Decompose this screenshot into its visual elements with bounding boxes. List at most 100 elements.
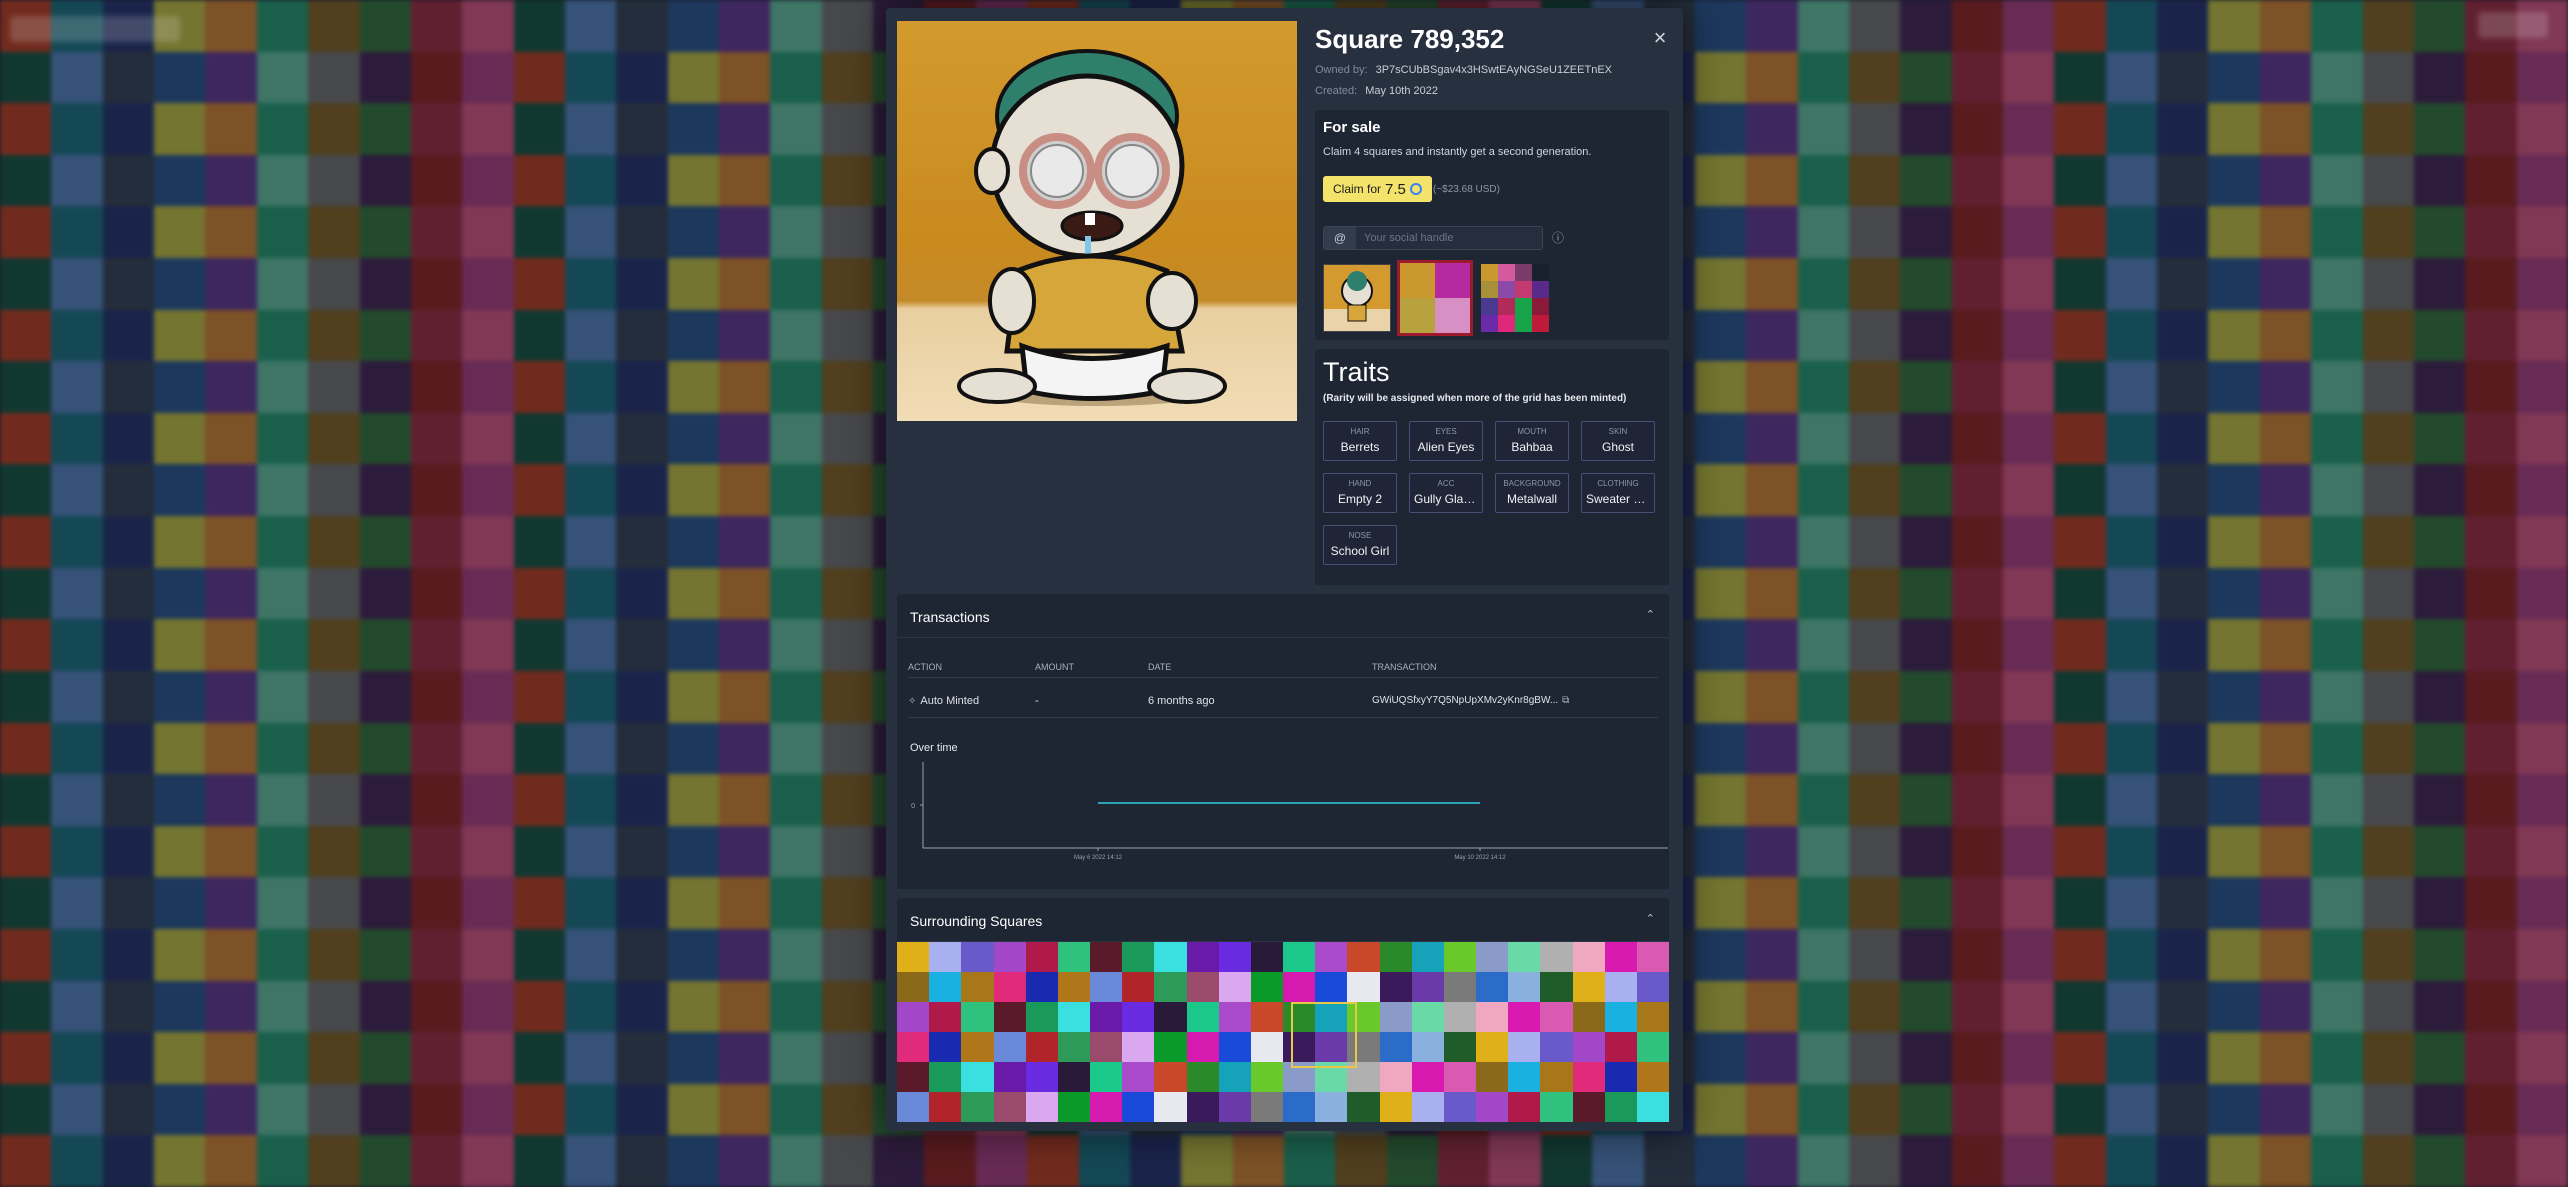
surrounding-square[interactable] — [1218, 1002, 1251, 1032]
trait-card-nose[interactable]: NOSE School Girl — [1323, 525, 1397, 565]
trait-card-acc[interactable]: ACC Gully Glas... — [1409, 473, 1483, 513]
surrounding-square[interactable] — [929, 1092, 962, 1122]
surrounding-squares-grid[interactable] — [897, 942, 1669, 1122]
surrounding-square[interactable] — [1379, 1062, 1412, 1092]
surrounding-square[interactable] — [1315, 1092, 1348, 1122]
surrounding-square[interactable] — [1604, 1002, 1637, 1032]
table-cell-transaction[interactable]: GWiUQSfxyY7Q5NpUpXMv2yKnr8gBW... ⧉ — [1372, 695, 1569, 706]
trait-card-eyes[interactable]: EYES Alien Eyes — [1409, 421, 1483, 461]
surrounding-square[interactable] — [1186, 1032, 1219, 1062]
surrounding-square[interactable] — [961, 1002, 994, 1032]
surrounding-square[interactable] — [1122, 1062, 1155, 1092]
surrounding-square[interactable] — [1476, 942, 1509, 972]
surrounding-square[interactable] — [1057, 942, 1090, 972]
surrounding-square[interactable] — [961, 942, 994, 972]
surrounding-square[interactable] — [1250, 972, 1283, 1002]
surrounding-square[interactable] — [1476, 972, 1509, 1002]
surrounding-square[interactable] — [1540, 1062, 1573, 1092]
surrounding-square[interactable] — [1347, 972, 1380, 1002]
surrounding-square[interactable] — [929, 1002, 962, 1032]
surrounding-square[interactable] — [1090, 1092, 1123, 1122]
surrounding-square[interactable] — [993, 1002, 1026, 1032]
surrounding-square[interactable] — [1508, 942, 1541, 972]
surrounding-square[interactable] — [993, 942, 1026, 972]
surrounding-square[interactable] — [1090, 972, 1123, 1002]
surrounding-square[interactable] — [1154, 1032, 1187, 1062]
transactions-header[interactable]: Transactions ⌃ — [897, 594, 1669, 638]
trait-card-mouth[interactable]: MOUTH Bahbaa — [1495, 421, 1569, 461]
surrounding-square[interactable] — [1572, 1002, 1605, 1032]
surrounding-square[interactable] — [1443, 1002, 1476, 1032]
surrounding-square[interactable] — [1411, 1092, 1444, 1122]
surrounding-square[interactable] — [993, 1092, 1026, 1122]
surrounding-square[interactable] — [1540, 1032, 1573, 1062]
surrounding-square[interactable] — [1186, 1062, 1219, 1092]
surrounding-square[interactable] — [1057, 1062, 1090, 1092]
surrounding-square[interactable] — [1057, 1032, 1090, 1062]
surrounding-square[interactable] — [929, 1062, 962, 1092]
surrounding-square[interactable] — [1315, 942, 1348, 972]
surrounding-square[interactable] — [1476, 1092, 1509, 1122]
surrounding-square[interactable] — [1025, 1032, 1058, 1062]
surrounding-square[interactable] — [1379, 1002, 1412, 1032]
generation-1-thumbnail[interactable] — [1323, 264, 1391, 332]
surrounding-square[interactable] — [1540, 1092, 1573, 1122]
surrounding-square[interactable] — [1411, 972, 1444, 1002]
surrounding-square[interactable] — [1154, 942, 1187, 972]
surrounding-square[interactable] — [1443, 972, 1476, 1002]
surrounding-square[interactable] — [993, 972, 1026, 1002]
surrounding-square[interactable] — [1636, 972, 1669, 1002]
surrounding-square[interactable] — [897, 942, 930, 972]
trait-card-hand[interactable]: HAND Empty 2 — [1323, 473, 1397, 513]
surrounding-square[interactable] — [1057, 972, 1090, 1002]
surrounding-square[interactable] — [1476, 1032, 1509, 1062]
owner-address[interactable]: 3P7sCUbBSgav4x3HSwtEAyNGSeU1ZEETnEX — [1376, 64, 1612, 76]
surrounding-square[interactable] — [897, 1002, 930, 1032]
surrounding-square[interactable] — [1476, 1002, 1509, 1032]
surrounding-square[interactable] — [1283, 972, 1316, 1002]
chevron-up-icon[interactable]: ⌃ — [1646, 912, 1655, 925]
surrounding-square[interactable] — [1090, 1032, 1123, 1062]
close-icon[interactable]: × — [1648, 26, 1672, 50]
surrounding-square[interactable] — [1508, 1092, 1541, 1122]
trait-card-hair[interactable]: HAIR Berrets — [1323, 421, 1397, 461]
surrounding-square[interactable] — [1090, 1062, 1123, 1092]
surrounding-square[interactable] — [1283, 1092, 1316, 1122]
surrounding-square[interactable] — [961, 1032, 994, 1062]
surrounding-square[interactable] — [1250, 1032, 1283, 1062]
surrounding-square[interactable] — [961, 1092, 994, 1122]
surrounding-square[interactable] — [1604, 972, 1637, 1002]
external-link-icon[interactable]: ⧉ — [1562, 695, 1569, 706]
surrounding-header[interactable]: Surrounding Squares ⌃ — [897, 898, 1669, 942]
info-icon[interactable]: ⓘ — [1551, 231, 1565, 245]
surrounding-square[interactable] — [1347, 1092, 1380, 1122]
surrounding-square[interactable] — [1411, 942, 1444, 972]
surrounding-square[interactable] — [1122, 1032, 1155, 1062]
claim-button[interactable]: Claim for 7.5 — [1323, 176, 1432, 202]
surrounding-square[interactable] — [929, 1032, 962, 1062]
surrounding-square[interactable] — [1508, 1062, 1541, 1092]
surrounding-square[interactable] — [1090, 1002, 1123, 1032]
surrounding-square[interactable] — [1476, 1062, 1509, 1092]
surrounding-square[interactable] — [1379, 1032, 1412, 1062]
surrounding-square[interactable] — [961, 972, 994, 1002]
surrounding-square[interactable] — [1186, 1092, 1219, 1122]
surrounding-square[interactable] — [1025, 1092, 1058, 1122]
surrounding-square[interactable] — [1250, 942, 1283, 972]
surrounding-square[interactable] — [1636, 942, 1669, 972]
trait-card-clothing[interactable]: CLOTHING Sweater B... — [1581, 473, 1655, 513]
surrounding-square[interactable] — [1572, 972, 1605, 1002]
surrounding-square[interactable] — [1186, 972, 1219, 1002]
surrounding-square[interactable] — [1572, 1032, 1605, 1062]
surrounding-square[interactable] — [1604, 1062, 1637, 1092]
surrounding-square[interactable] — [1443, 942, 1476, 972]
surrounding-square[interactable] — [1090, 942, 1123, 972]
surrounding-square[interactable] — [1122, 942, 1155, 972]
chevron-up-icon[interactable]: ⌃ — [1646, 608, 1655, 621]
surrounding-square[interactable] — [1443, 1062, 1476, 1092]
surrounding-square[interactable] — [1154, 1062, 1187, 1092]
surrounding-square[interactable] — [1379, 942, 1412, 972]
surrounding-square[interactable] — [1057, 1002, 1090, 1032]
generation-2-thumbnail[interactable] — [1397, 260, 1473, 336]
surrounding-square[interactable] — [1636, 1062, 1669, 1092]
